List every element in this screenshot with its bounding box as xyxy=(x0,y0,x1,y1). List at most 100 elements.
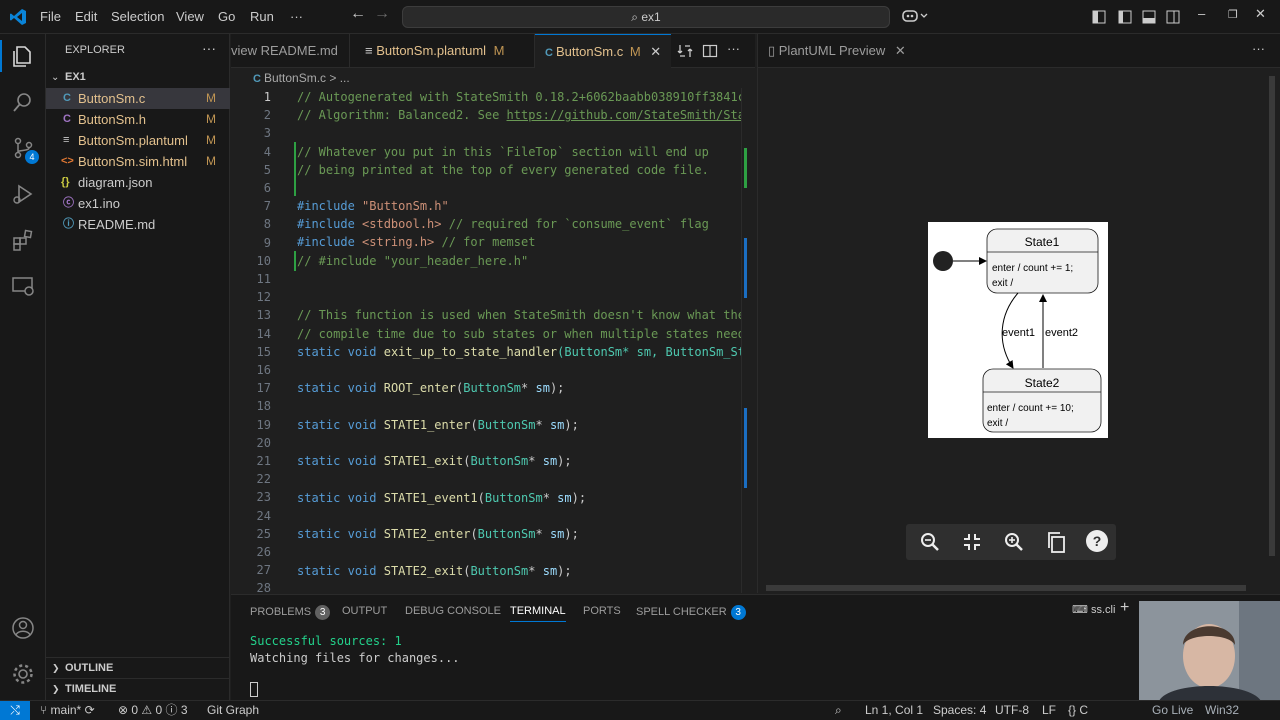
manage-gear-icon[interactable] xyxy=(11,662,35,686)
encoding[interactable]: UTF-8 xyxy=(995,701,1029,720)
accounts-icon[interactable] xyxy=(11,616,35,640)
code-line: #include <stdbool.h> // required for `co… xyxy=(297,217,709,231)
help-icon[interactable]: ? xyxy=(1086,530,1108,552)
remote-indicator-icon[interactable]: ⤭ xyxy=(0,701,30,720)
preview-vertical-scrollbar[interactable] xyxy=(1269,76,1275,556)
fit-to-window-icon[interactable] xyxy=(962,532,982,552)
toggle-panel-icon[interactable] xyxy=(1142,10,1156,24)
zoom-status-icon[interactable]: ⌕ xyxy=(835,701,842,720)
close-tab-icon[interactable]: ✕ xyxy=(650,44,661,59)
c-file-icon: C xyxy=(545,47,556,59)
tab-buttonsm-c[interactable]: C ButtonSm.c M ✕ xyxy=(535,34,671,69)
webcam-overlay xyxy=(1139,601,1280,701)
toggle-sidebar-icon[interactable] xyxy=(1118,10,1132,24)
minimize-icon[interactable]: – xyxy=(1198,6,1205,21)
close-tab-icon[interactable]: ✕ xyxy=(895,43,906,58)
language-mode[interactable]: {} C xyxy=(1068,701,1088,720)
folder-ex1[interactable]: ⌄ EX1 xyxy=(46,67,230,88)
file-item[interactable]: ⓒ ex1.ino xyxy=(46,193,230,214)
tab-spell-checker[interactable]: SPELL CHECKER 3 xyxy=(636,605,746,620)
menu-edit[interactable]: Edit xyxy=(75,9,97,24)
file-item[interactable]: C ButtonSm.c M xyxy=(46,88,230,109)
zoom-in-icon[interactable] xyxy=(1004,532,1024,552)
search-icon: ⌕ xyxy=(631,10,642,24)
file-name: ButtonSm.plantuml xyxy=(78,133,188,148)
editor-more-icon[interactable]: ··· xyxy=(727,41,740,56)
code-line: // compile time due to sub states or whe… xyxy=(297,327,745,341)
tab-problems[interactable]: PROBLEMS 3 xyxy=(250,605,331,620)
line-ending[interactable]: LF xyxy=(1042,701,1056,720)
copilot-icon[interactable] xyxy=(902,8,928,24)
file-item[interactable]: ≡ ButtonSm.plantuml M xyxy=(46,130,230,151)
file-item[interactable]: ⓘ README.md xyxy=(46,214,230,235)
tab-ports[interactable]: PORTS xyxy=(583,605,621,617)
file-item[interactable]: <> ButtonSm.sim.html M xyxy=(46,151,230,172)
search-sidebar-icon[interactable] xyxy=(11,90,35,114)
breadcrumb-more[interactable]: > ... xyxy=(329,71,349,85)
tab-plantuml[interactable]: ≡ ButtonSm.plantuml M xyxy=(355,34,535,68)
copy-icon[interactable] xyxy=(1046,531,1066,553)
menu-go[interactable]: Go xyxy=(218,9,235,24)
tab-debug-console[interactable]: DEBUG CONSOLE xyxy=(405,605,501,617)
line-number: 2 xyxy=(263,108,271,123)
go-live-button[interactable]: Go Live xyxy=(1152,701,1193,720)
chevron-down-icon: ⌄ xyxy=(51,72,60,83)
menu-view[interactable]: View xyxy=(176,9,204,24)
vscode-logo-icon xyxy=(9,8,27,26)
menu-run[interactable]: Run xyxy=(250,9,274,24)
sync-icon: ⟳ xyxy=(84,703,95,717)
outline-section[interactable]: ❯ OUTLINE xyxy=(46,657,230,678)
code-line: static void STATE2_enter(ButtonSm* sm); xyxy=(297,527,579,541)
git-graph-button[interactable]: Git Graph xyxy=(207,701,259,720)
code-link[interactable]: https://github.com/StateSmith/Sta xyxy=(507,108,745,122)
preview-more-icon[interactable]: ··· xyxy=(1252,41,1265,56)
menu-file[interactable]: File xyxy=(40,9,61,24)
source-control-icon[interactable]: 4 xyxy=(11,136,39,164)
warning-icon: ⚠ xyxy=(141,703,156,717)
cursor-position[interactable]: Ln 1, Col 1 xyxy=(865,701,923,720)
zoom-out-icon[interactable] xyxy=(920,532,940,552)
chevron-right-icon: ❯ xyxy=(52,684,60,694)
problems-indicator[interactable]: ⊗ 0 ⚠ 0 ⓘ 3 xyxy=(118,701,188,720)
file-item[interactable]: {} diagram.json xyxy=(46,172,230,193)
h-file-icon: C xyxy=(63,113,71,125)
menu-more[interactable]: ··· xyxy=(290,9,303,24)
nav-back-icon[interactable]: ← xyxy=(350,5,366,23)
command-center-search[interactable]: ⌕ ex1 xyxy=(402,6,890,28)
initial-state-dot xyxy=(933,251,953,271)
tab-output[interactable]: OUTPUT xyxy=(342,605,387,617)
explorer-more-button[interactable]: ··· xyxy=(202,40,216,56)
close-window-icon[interactable]: ✕ xyxy=(1255,6,1266,22)
compare-changes-icon[interactable] xyxy=(677,43,693,59)
code-line: // #include "your_header_here.h" xyxy=(297,254,529,268)
breadcrumb-file[interactable]: ButtonSm.c xyxy=(264,71,326,85)
layout-customize-icon[interactable] xyxy=(1092,10,1106,24)
indentation[interactable]: Spaces: 4 xyxy=(933,701,986,720)
line-number: 18 xyxy=(256,399,271,414)
code-editor[interactable]: 1 2 3 4 5 6 7 8 9 10 11 12 13 14 15 16 17 18 19 20 21 22 23 24 2… xyxy=(231,88,755,593)
timeline-section[interactable]: ❯ TIMELINE xyxy=(46,678,230,699)
split-editor-icon[interactable] xyxy=(702,43,718,59)
tab-readme-preview[interactable]: view README.md xyxy=(221,34,350,68)
terminal-instance[interactable]: ⌨ ss.cli xyxy=(1072,603,1115,616)
run-debug-icon[interactable] xyxy=(11,182,35,206)
menu-selection[interactable]: Selection xyxy=(111,9,164,24)
editor-scrollbar[interactable] xyxy=(741,88,755,593)
terminal-icon: ⌨ xyxy=(1072,604,1091,616)
explorer-icon[interactable] xyxy=(11,44,35,68)
platform[interactable]: Win32 xyxy=(1205,701,1239,720)
new-terminal-icon[interactable]: + xyxy=(1120,599,1129,617)
tab-plantuml-preview[interactable]: ▯ PlantUML Preview ✕ xyxy=(758,34,908,68)
modified-badge: M xyxy=(206,133,216,147)
restore-icon[interactable]: ❐ xyxy=(1228,8,1238,21)
extensions-icon[interactable] xyxy=(11,228,35,252)
branch-indicator[interactable]: ⑂ main* ⟳ xyxy=(40,701,95,720)
nav-forward-icon[interactable]: → xyxy=(374,5,390,23)
code-line: static void STATE1_exit(ButtonSm* sm); xyxy=(297,454,572,468)
remote-explorer-icon[interactable] xyxy=(11,274,35,298)
toggle-secondary-sidebar-icon[interactable] xyxy=(1166,10,1180,24)
line-number: 25 xyxy=(256,526,271,541)
tab-terminal[interactable]: TERMINAL xyxy=(510,605,566,622)
file-item[interactable]: C ButtonSm.h M xyxy=(46,109,230,130)
preview-horizontal-scrollbar[interactable] xyxy=(766,585,1246,591)
